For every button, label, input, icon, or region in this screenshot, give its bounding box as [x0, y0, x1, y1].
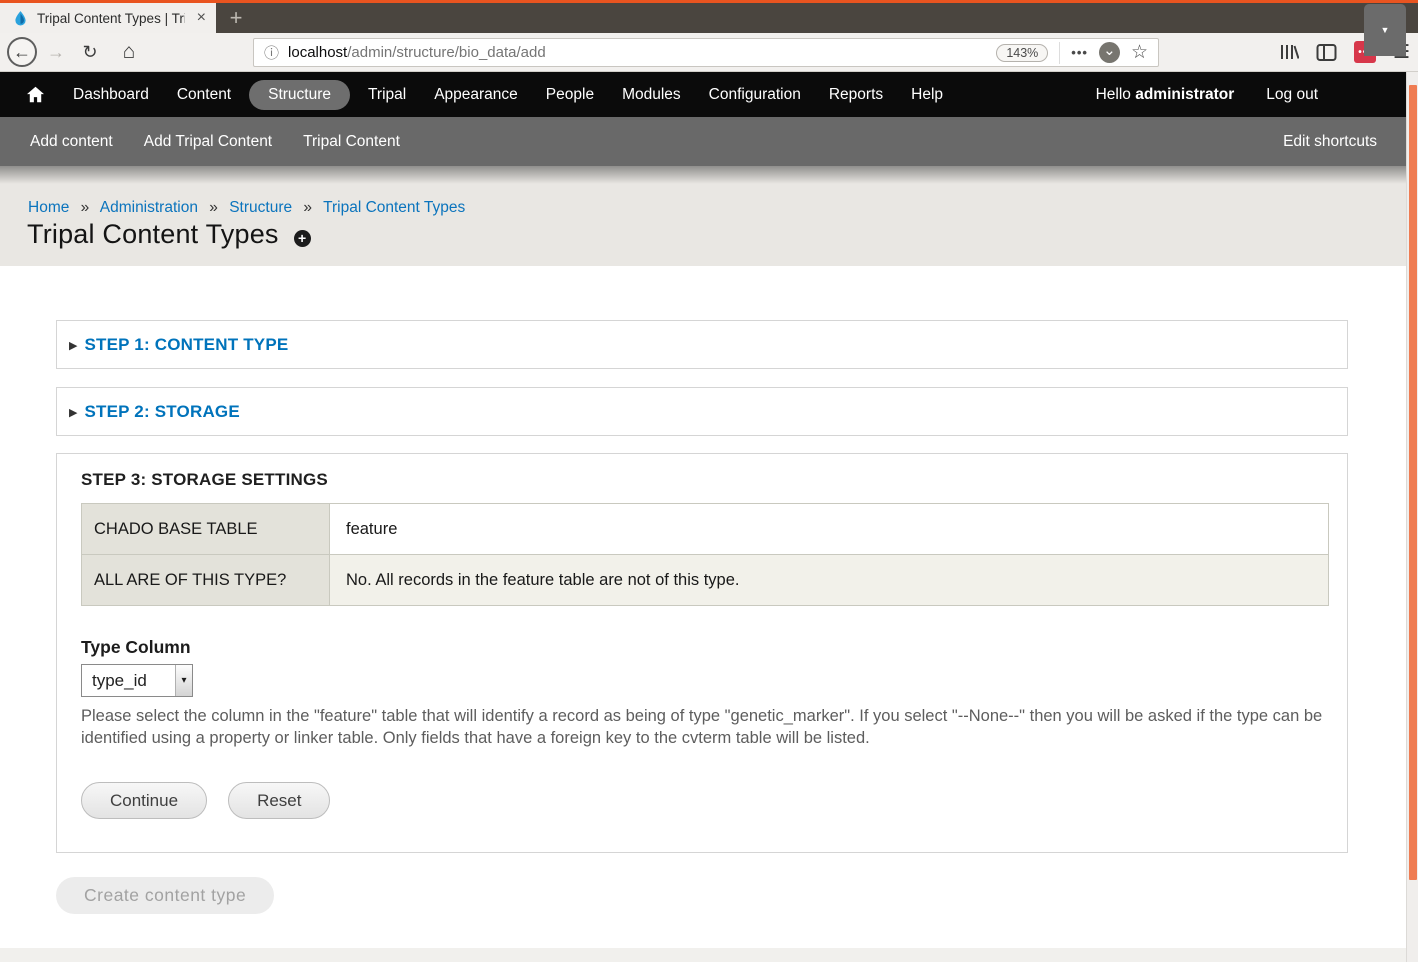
home-icon: ⌂	[123, 40, 136, 64]
button-row: Continue Reset	[81, 782, 1327, 819]
type-column-description: Please select the column in the "feature…	[81, 706, 1333, 749]
breadcrumb-link-tripal-content-types[interactable]: Tripal Content Types	[323, 199, 465, 216]
admin-menu-appearance[interactable]: Appearance	[420, 80, 532, 110]
title-row: Tripal Content Types +	[27, 219, 311, 250]
step2-title-link[interactable]: STEP 2: STORAGE	[84, 402, 239, 422]
shortcuts-bar: Add content Add Tripal Content Tripal Co…	[0, 117, 1406, 166]
home-button[interactable]: ⌂	[115, 37, 143, 67]
row-label-chado-base-table: CHADO BASE TABLE	[82, 504, 330, 555]
tab-title: Tripal Content Types | Tri	[37, 11, 185, 26]
reload-icon: ↻	[82, 42, 97, 63]
scrollbar-thumb[interactable]	[1409, 85, 1417, 880]
admin-menu-configuration[interactable]: Configuration	[695, 80, 815, 110]
greeting-text: Hello administrator	[1096, 86, 1235, 104]
admin-menu-modules[interactable]: Modules	[608, 80, 695, 110]
fieldset-step2: ▶ STEP 2: STORAGE	[56, 387, 1348, 436]
window-accent-stripe	[0, 0, 1418, 3]
admin-toolbar: Dashboard Content Structure Tripal Appea…	[0, 72, 1406, 117]
shortcut-tripal-content[interactable]: Tripal Content	[288, 133, 415, 151]
step1-toggle[interactable]: ▶ STEP 1: CONTENT TYPE	[57, 321, 1347, 368]
zoom-level-button[interactable]: 143%	[996, 44, 1048, 62]
breadcrumb-separator: »	[303, 199, 312, 216]
drupal-favicon-icon	[12, 10, 29, 27]
row-value-chado-base-table: feature	[330, 504, 1329, 555]
edit-shortcuts-link[interactable]: Edit shortcuts	[1283, 133, 1377, 151]
site-info-icon[interactable]: ⓘ	[264, 42, 279, 63]
fieldset-step3: STEP 3: STORAGE SETTINGS CHADO BASE TABL…	[56, 453, 1348, 853]
storage-settings-table: CHADO BASE TABLE feature ALL ARE OF THIS…	[81, 503, 1329, 606]
step2-toggle[interactable]: ▶ STEP 2: STORAGE	[57, 388, 1347, 435]
step1-title-link[interactable]: STEP 1: CONTENT TYPE	[84, 335, 288, 355]
forward-icon: →	[47, 42, 65, 63]
library-icon[interactable]	[1279, 42, 1299, 62]
table-row: ALL ARE OF THIS TYPE? No. All records in…	[82, 555, 1329, 606]
fieldset-step1: ▶ STEP 1: CONTENT TYPE	[56, 320, 1348, 369]
breadcrumb-separator: »	[81, 199, 90, 216]
admin-menu-people[interactable]: People	[532, 80, 608, 110]
collapsed-arrow-icon: ▶	[69, 339, 77, 352]
breadcrumb-separator: »	[209, 199, 218, 216]
select-selected-value: type_id	[82, 665, 175, 696]
url-divider	[1059, 42, 1060, 64]
url-path: /admin/structure/bio_data/add	[347, 44, 545, 61]
admin-menu-content[interactable]: Content	[163, 80, 245, 110]
admin-account-area: Hello administrator Log out	[1096, 86, 1318, 104]
main-content: ▶ STEP 1: CONTENT TYPE ▶ STEP 2: STORAGE…	[0, 266, 1406, 948]
continue-button[interactable]: Continue	[81, 782, 207, 819]
type-column-label: Type Column	[81, 637, 1327, 658]
reset-button[interactable]: Reset	[228, 782, 330, 819]
admin-menu-dashboard[interactable]: Dashboard	[59, 80, 163, 110]
select-dropdown-icon: ▾	[175, 665, 192, 696]
breadcrumb-link-structure[interactable]: Structure	[229, 199, 292, 216]
forward-button[interactable]: →	[43, 37, 69, 67]
tab-close-icon[interactable]: ×	[193, 9, 210, 27]
footer-strip	[0, 948, 1406, 962]
step3-title: STEP 3: STORAGE SETTINGS	[81, 470, 1327, 490]
admin-menu-reports[interactable]: Reports	[815, 80, 897, 110]
reload-button[interactable]: ↻	[77, 37, 103, 67]
back-icon: ←	[13, 42, 31, 63]
url-bar[interactable]: ⓘ localhost/admin/structure/bio_data/add…	[253, 38, 1159, 67]
type-column-select[interactable]: type_id ▾	[81, 664, 193, 697]
logout-link[interactable]: Log out	[1266, 86, 1318, 104]
table-row: CHADO BASE TABLE feature	[82, 504, 1329, 555]
page-actions-icon[interactable]: •••	[1071, 45, 1088, 60]
page-header: Home » Administration » Structure » Trip…	[0, 166, 1406, 266]
shortcut-add-tripal-content[interactable]: Add Tripal Content	[129, 133, 287, 151]
url-host: localhost	[288, 44, 347, 61]
navigation-toolbar: ← → ↻ ⌂ ⓘ localhost/admin/structure/bio_…	[0, 33, 1418, 72]
chevron-down-icon: ▼	[1381, 25, 1390, 35]
create-content-type-button: Create content type	[56, 877, 274, 914]
contextual-add-icon[interactable]: +	[294, 230, 311, 247]
url-text[interactable]: localhost/admin/structure/bio_data/add	[288, 44, 546, 61]
breadcrumb-link-administration[interactable]: Administration	[100, 199, 198, 216]
new-tab-button[interactable]: +	[216, 3, 256, 33]
admin-menu-tripal[interactable]: Tripal	[354, 80, 420, 110]
breadcrumb-link-home[interactable]: Home	[28, 199, 69, 216]
back-button[interactable]: ←	[7, 37, 37, 67]
admin-menu-help[interactable]: Help	[897, 80, 957, 110]
admin-menu-structure[interactable]: Structure	[249, 80, 350, 110]
page-title: Tripal Content Types	[27, 219, 279, 250]
breadcrumb: Home » Administration » Structure » Trip…	[28, 199, 465, 217]
pocket-icon[interactable]: ⌄	[1099, 42, 1120, 63]
tab-bar: Tripal Content Types | Tri × +	[0, 3, 1418, 33]
sidebar-toggle-icon[interactable]	[1316, 43, 1337, 62]
toolbar-orientation-toggle[interactable]: ▼	[1364, 4, 1406, 56]
browser-window: Tripal Content Types | Tri × + ← → ↻ ⌂ ⓘ…	[0, 0, 1418, 962]
plus-icon: +	[230, 5, 243, 31]
row-value-all-of-this-type: No. All records in the feature table are…	[330, 555, 1329, 606]
browser-tab[interactable]: Tripal Content Types | Tri ×	[0, 3, 216, 33]
page-scrollbar[interactable]	[1406, 72, 1418, 962]
admin-home-icon[interactable]	[26, 86, 45, 103]
bookmark-star-icon[interactable]: ☆	[1131, 41, 1148, 64]
shortcut-add-content[interactable]: Add content	[15, 133, 128, 151]
collapsed-arrow-icon: ▶	[69, 406, 77, 419]
username: administrator	[1135, 86, 1234, 103]
row-label-all-of-this-type: ALL ARE OF THIS TYPE?	[82, 555, 330, 606]
